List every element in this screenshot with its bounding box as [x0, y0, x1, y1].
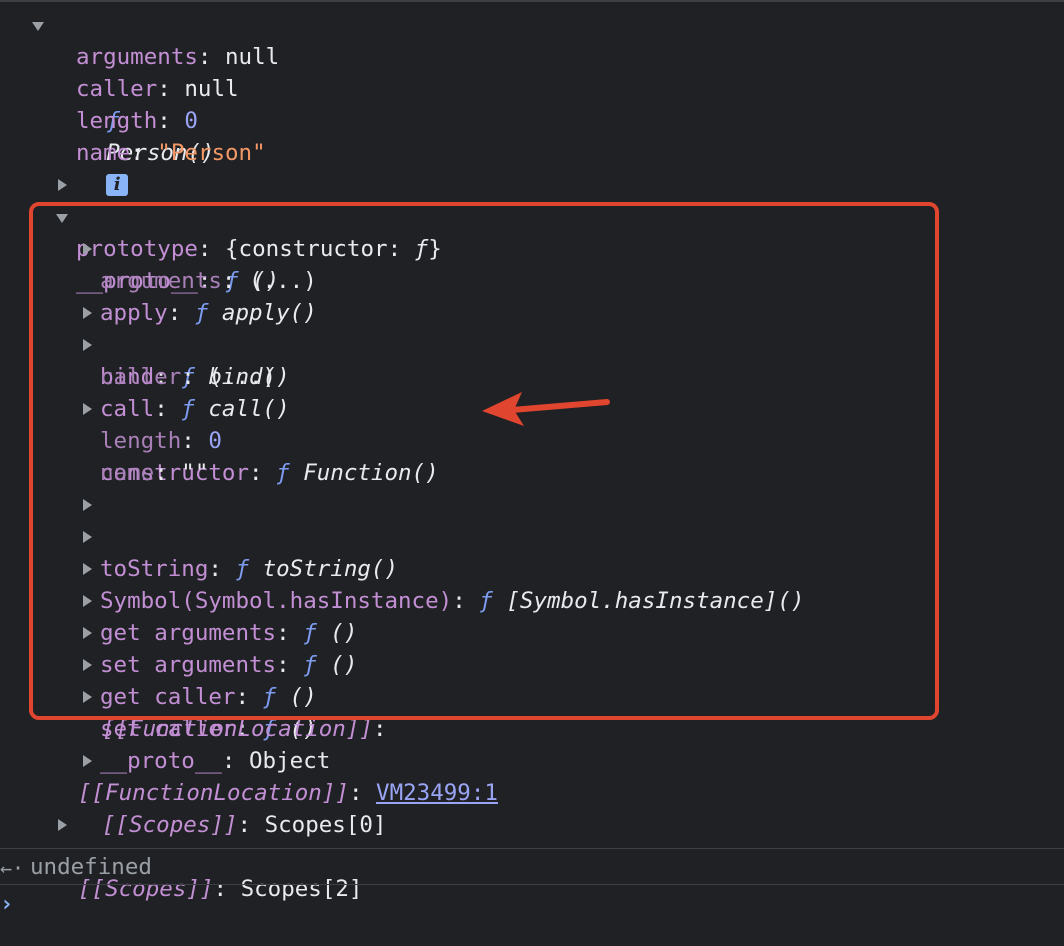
tree-row-outer-functionlocation: [[FunctionLocation]]: VM23499:1	[78, 780, 498, 806]
expand-triangle-icon[interactable]	[58, 179, 67, 191]
property-key: name	[76, 140, 131, 166]
console-result: undefined	[30, 854, 152, 880]
result-arrow-icon: ←·	[0, 856, 25, 880]
tree-row-arguments: arguments: null	[76, 44, 280, 70]
tree-row-outer-scopes[interactable]: [[Scopes]]: Scopes[2]	[0, 809, 600, 902]
tree-row-prototype[interactable]: prototype: {constructor: ƒ}	[0, 169, 600, 262]
prompt-chevron-icon: ›	[0, 892, 14, 917]
property-key: length	[76, 108, 158, 134]
property-value: null	[225, 44, 280, 70]
property-value: null	[184, 76, 239, 102]
console-separator	[0, 884, 1064, 885]
expand-triangle-icon[interactable]	[32, 22, 44, 31]
expand-triangle-icon[interactable]	[58, 819, 67, 831]
console-separator	[0, 848, 1064, 849]
expand-triangle-icon[interactable]	[83, 755, 92, 767]
property-key: caller	[76, 76, 158, 102]
source-location-link[interactable]: VM23499:1	[376, 780, 498, 806]
tree-row-inner-scopes[interactable]: [[Scopes]]: Scopes[0]	[0, 745, 600, 838]
tree-row-length: length: 0	[76, 108, 198, 134]
property-key: arguments	[76, 44, 198, 70]
annotation-arrow-icon	[482, 392, 610, 426]
property-value: "Person"	[157, 140, 266, 166]
tree-row-name: name: "Person"	[76, 140, 266, 166]
tree-row-person[interactable]: ƒ Person() i	[0, 9, 215, 196]
panel-top-border	[0, 0, 1064, 2]
property-value: 0	[184, 108, 198, 134]
highlight-box	[29, 202, 939, 720]
console-input[interactable]	[24, 888, 1054, 928]
tree-row-caller: caller: null	[76, 76, 239, 102]
